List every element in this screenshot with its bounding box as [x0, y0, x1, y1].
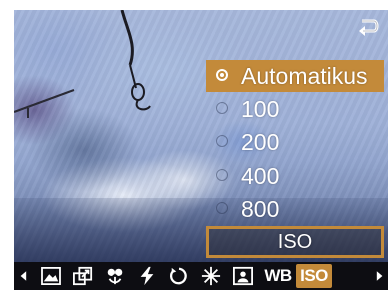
flash-icon[interactable] — [134, 264, 160, 288]
radio-empty-icon — [216, 135, 228, 147]
iso-option-400[interactable]: 400 — [206, 160, 384, 192]
iso-option-label: 800 — [241, 196, 280, 222]
preview-rod — [14, 89, 75, 118]
iso-option-label: 100 — [241, 96, 280, 122]
resize-icon[interactable] — [70, 264, 96, 288]
metering-icon[interactable] — [230, 264, 256, 288]
iso-option-label: 200 — [241, 129, 280, 155]
return-icon[interactable] — [354, 12, 382, 40]
white-balance-item[interactable]: WB — [262, 264, 294, 288]
iso-option-label: 400 — [241, 163, 280, 189]
iso-caption: ISO — [277, 230, 313, 253]
iso-option-200[interactable]: 200 — [206, 126, 384, 158]
white-balance-label: WB — [264, 266, 292, 285]
cable-drawing — [120, 10, 151, 111]
macro-icon[interactable] — [102, 264, 128, 288]
preview-cable — [102, 10, 212, 120]
iso-caption-box: ISO — [206, 226, 384, 258]
iso-option-100[interactable]: 100 — [206, 93, 384, 125]
iso-option-auto[interactable]: Automatikus — [206, 60, 384, 92]
iso-option-800[interactable]: 800 — [206, 193, 384, 225]
self-timer-icon[interactable] — [166, 264, 192, 288]
exposure-icon[interactable] — [198, 264, 224, 288]
iso-toolbar-label: ISO — [300, 266, 328, 285]
radio-selected-icon — [216, 69, 228, 81]
camera-screen: Automatikus 100 200 400 800 ISO WB ISO — [0, 0, 392, 296]
return-arrow-icon — [359, 19, 379, 36]
radio-empty-icon — [216, 202, 228, 214]
left-arrow-icon[interactable] — [16, 264, 30, 288]
function-toolbar: WB ISO — [14, 262, 388, 290]
iso-item[interactable]: ISO — [296, 264, 332, 288]
iso-option-label: Automatikus — [241, 63, 368, 89]
scene-mode-icon[interactable] — [38, 264, 64, 288]
radio-empty-icon — [216, 102, 228, 114]
right-arrow-icon[interactable] — [374, 264, 386, 288]
radio-empty-icon — [216, 169, 228, 181]
